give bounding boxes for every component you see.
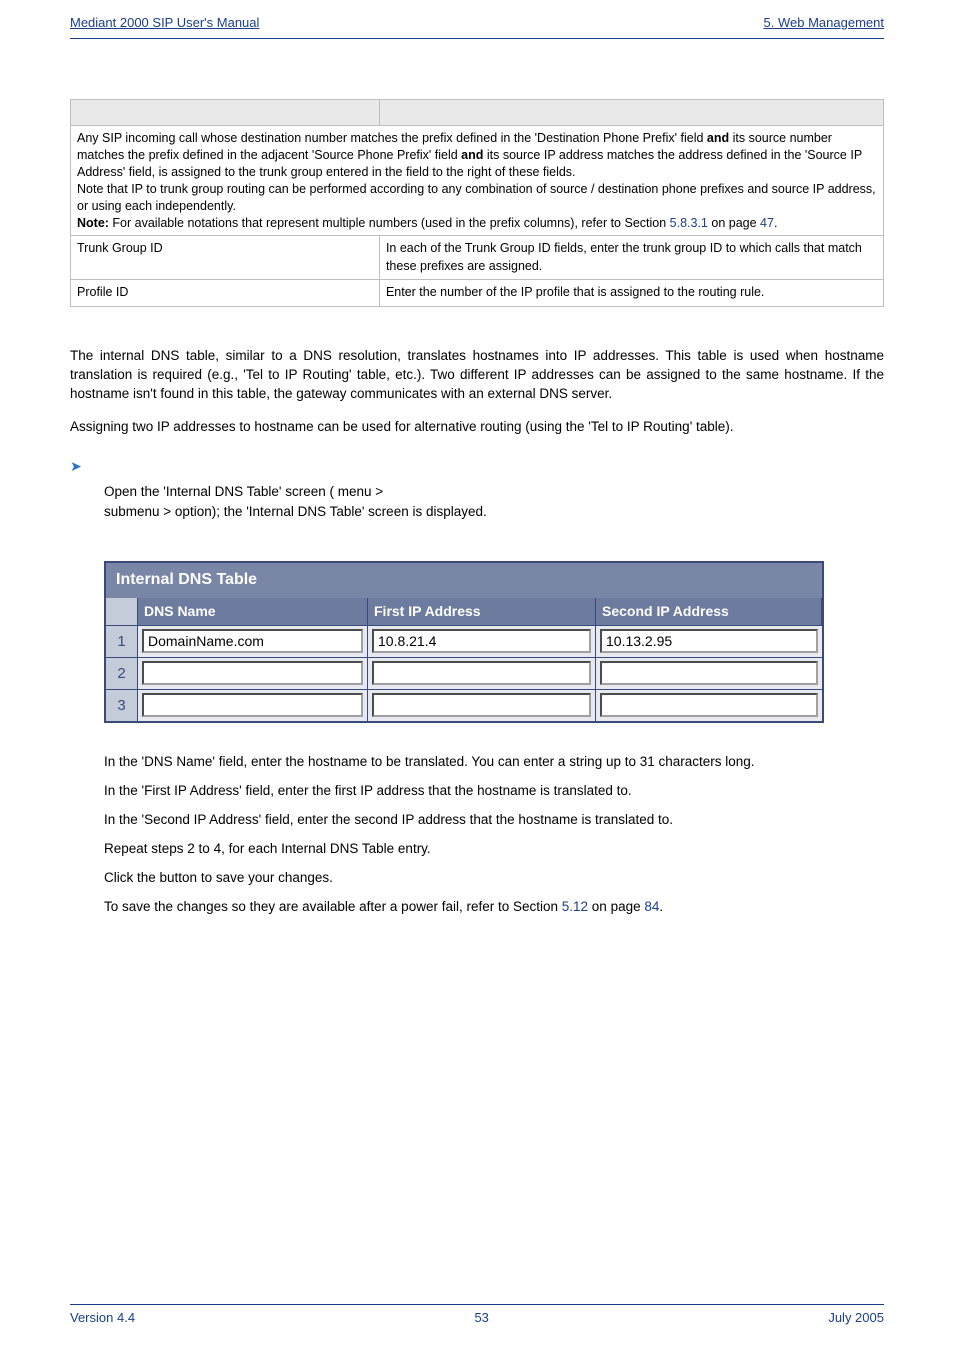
- routing-description-cell: Any SIP incoming call whose destination …: [71, 126, 884, 236]
- dns-row: 2: [106, 657, 822, 689]
- intro-paragraph-1: The internal DNS table, similar to a DNS…: [70, 347, 884, 404]
- trunk-group-id-label: Trunk Group ID: [71, 236, 380, 280]
- row-number: 3: [106, 690, 138, 721]
- row-number: 1: [106, 626, 138, 657]
- open-screen-step: Open the 'Internal DNS Table' screen ( m…: [104, 482, 884, 521]
- step-5: Repeat steps 2 to 4, for each Internal D…: [104, 840, 884, 859]
- dns-table-title: Internal DNS Table: [106, 563, 822, 597]
- dns-col-name-header: DNS Name: [138, 598, 368, 626]
- bold-and-1: and: [707, 131, 729, 145]
- dns-col-ip1-header: First IP Address: [368, 598, 596, 626]
- ip-to-trunk-table: Any SIP incoming call whose destination …: [70, 99, 884, 307]
- step-4: In the 'Second IP Address' field, enter …: [104, 811, 884, 830]
- section-link[interactable]: 5.12: [562, 899, 588, 914]
- first-ip-input[interactable]: [372, 661, 591, 685]
- profile-id-label: Profile ID: [71, 280, 380, 307]
- intro-paragraph-2: Assigning two IP addresses to hostname c…: [70, 418, 884, 437]
- trunk-group-id-desc: In each of the Trunk Group ID fields, en…: [379, 236, 883, 280]
- footer-page-number: 53: [474, 1309, 488, 1327]
- procedure-steps: In the 'DNS Name' field, enter the hostn…: [104, 753, 884, 916]
- first-ip-input[interactable]: [372, 693, 591, 717]
- page-link[interactable]: 47: [760, 216, 774, 230]
- bold-and-2: and: [461, 148, 483, 162]
- second-ip-input[interactable]: [600, 661, 818, 685]
- dns-name-input[interactable]: [142, 661, 363, 685]
- header-left: Mediant 2000 SIP User's Manual: [70, 14, 259, 32]
- dns-name-input[interactable]: [142, 693, 363, 717]
- note-label: Note:: [77, 216, 112, 230]
- first-ip-input[interactable]: [372, 629, 591, 653]
- dns-row: 3: [106, 689, 822, 721]
- footer-version: Version 4.4: [70, 1309, 135, 1327]
- footer-date: July 2005: [828, 1309, 884, 1327]
- second-ip-input[interactable]: [600, 629, 818, 653]
- header-right: 5. Web Management: [764, 14, 884, 32]
- step-6: Click the button to save your changes.: [104, 869, 884, 888]
- row-number: 2: [106, 658, 138, 689]
- internal-dns-table: Internal DNS Table DNS Name First IP Add…: [104, 561, 824, 723]
- dns-row: 1: [106, 625, 822, 657]
- page-link[interactable]: 84: [644, 899, 659, 914]
- step-2: In the 'DNS Name' field, enter the hostn…: [104, 753, 884, 772]
- section-link[interactable]: 5.8.3.1: [670, 216, 708, 230]
- step-7: To save the changes so they are availabl…: [104, 898, 884, 917]
- dns-col-ip2-header: Second IP Address: [596, 598, 822, 626]
- arrow-icon: ➤: [70, 457, 88, 477]
- second-ip-input[interactable]: [600, 693, 818, 717]
- step-3: In the 'First IP Address' field, enter t…: [104, 782, 884, 801]
- dns-name-input[interactable]: [142, 629, 363, 653]
- profile-id-desc: Enter the number of the IP profile that …: [379, 280, 883, 307]
